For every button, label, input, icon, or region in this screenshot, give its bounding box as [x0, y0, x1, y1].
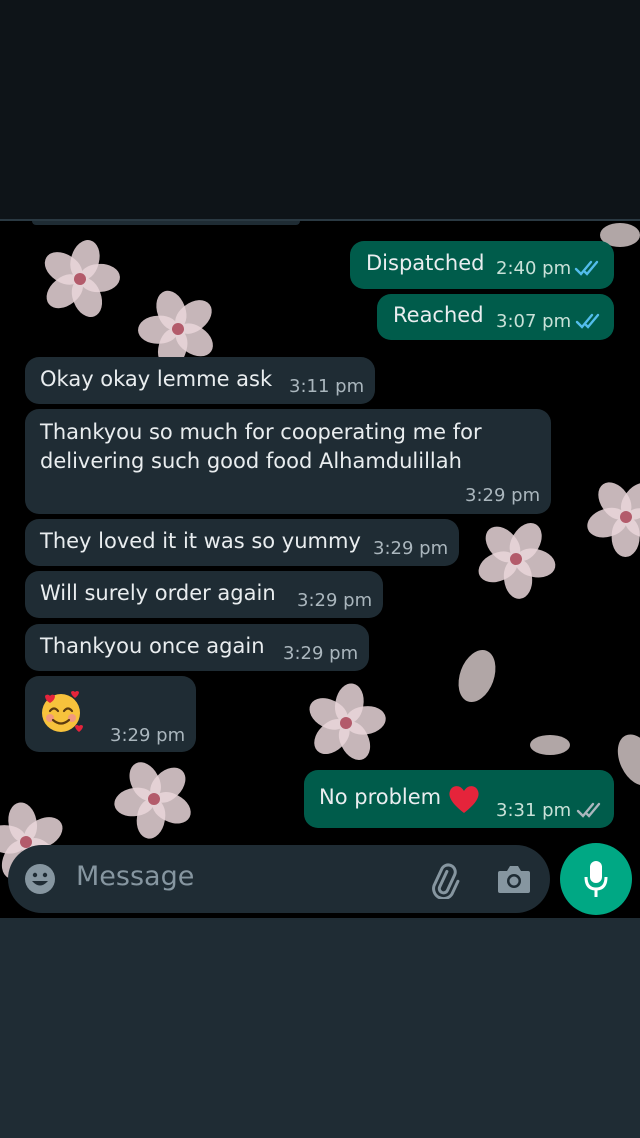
- attachment-icon[interactable]: [426, 863, 462, 899]
- message-text: No problem: [319, 785, 442, 809]
- message-time: 3:29 pm: [110, 725, 186, 746]
- status-area: [0, 0, 640, 220]
- blossom-decoration: [24, 223, 137, 336]
- message-text: They loved it it was so yummy: [40, 529, 361, 553]
- petal-decoration: [610, 728, 640, 792]
- message-incoming[interactable]: 3:29 pm: [25, 676, 196, 752]
- message-incoming[interactable]: Will surely order again 3:29 pm: [25, 571, 383, 618]
- message-text: Okay okay lemme ask: [40, 367, 273, 391]
- blossom-decoration: [293, 670, 400, 777]
- microphone-button[interactable]: [560, 843, 632, 915]
- message-text: Thankyou so much for cooperating me for …: [40, 420, 482, 473]
- message-text: Reached: [393, 303, 484, 327]
- petal-decoration: [451, 644, 503, 708]
- camera-icon[interactable]: [496, 863, 532, 895]
- message-incoming[interactable]: Thankyou so much for cooperating me for …: [25, 409, 551, 514]
- blossom-decoration: [562, 453, 640, 581]
- message-input-bar[interactable]: Message: [8, 845, 550, 913]
- petal-decoration: [530, 735, 570, 755]
- microphone-icon: [584, 861, 608, 897]
- message-time: 3:29 pm: [283, 643, 359, 664]
- message-text: Dispatched: [366, 251, 485, 275]
- red-heart-icon: [449, 786, 479, 813]
- message-time: 3:29 pm: [373, 538, 449, 559]
- message-incoming[interactable]: Thankyou once again 3:29 pm: [25, 624, 369, 671]
- double-check-delivered-icon: [576, 802, 601, 818]
- message-time: 3:11 pm: [289, 376, 365, 397]
- message-text: Will surely order again: [40, 581, 276, 605]
- double-check-read-icon: [575, 313, 600, 329]
- message-outgoing[interactable]: Reached 3:07 pm: [377, 294, 614, 340]
- navigation-area: [0, 918, 640, 1138]
- message-incoming[interactable]: They loved it it was so yummy 3:29 pm: [25, 519, 459, 566]
- message-outgoing[interactable]: Dispatched 2:40 pm: [350, 241, 614, 289]
- message-time: 3:07 pm: [496, 311, 572, 332]
- message-time: 3:29 pm: [297, 590, 373, 611]
- message-text: Thankyou once again: [40, 634, 265, 658]
- smiley-icon[interactable]: [24, 863, 56, 895]
- message-input[interactable]: Message: [76, 861, 194, 892]
- blossom-decoration: [453, 496, 579, 622]
- message-incoming[interactable]: Okay okay lemme ask 3:11 pm: [25, 357, 375, 404]
- message-time: 3:29 pm: [465, 485, 541, 506]
- smiling-face-with-hearts-icon: [42, 691, 83, 732]
- message-outgoing[interactable]: No problem 3:31 pm: [304, 770, 614, 828]
- message-time: 3:31 pm: [496, 800, 572, 821]
- previous-message-edge: [32, 221, 300, 225]
- message-time: 2:40 pm: [496, 258, 572, 279]
- double-check-read-icon: [574, 260, 599, 276]
